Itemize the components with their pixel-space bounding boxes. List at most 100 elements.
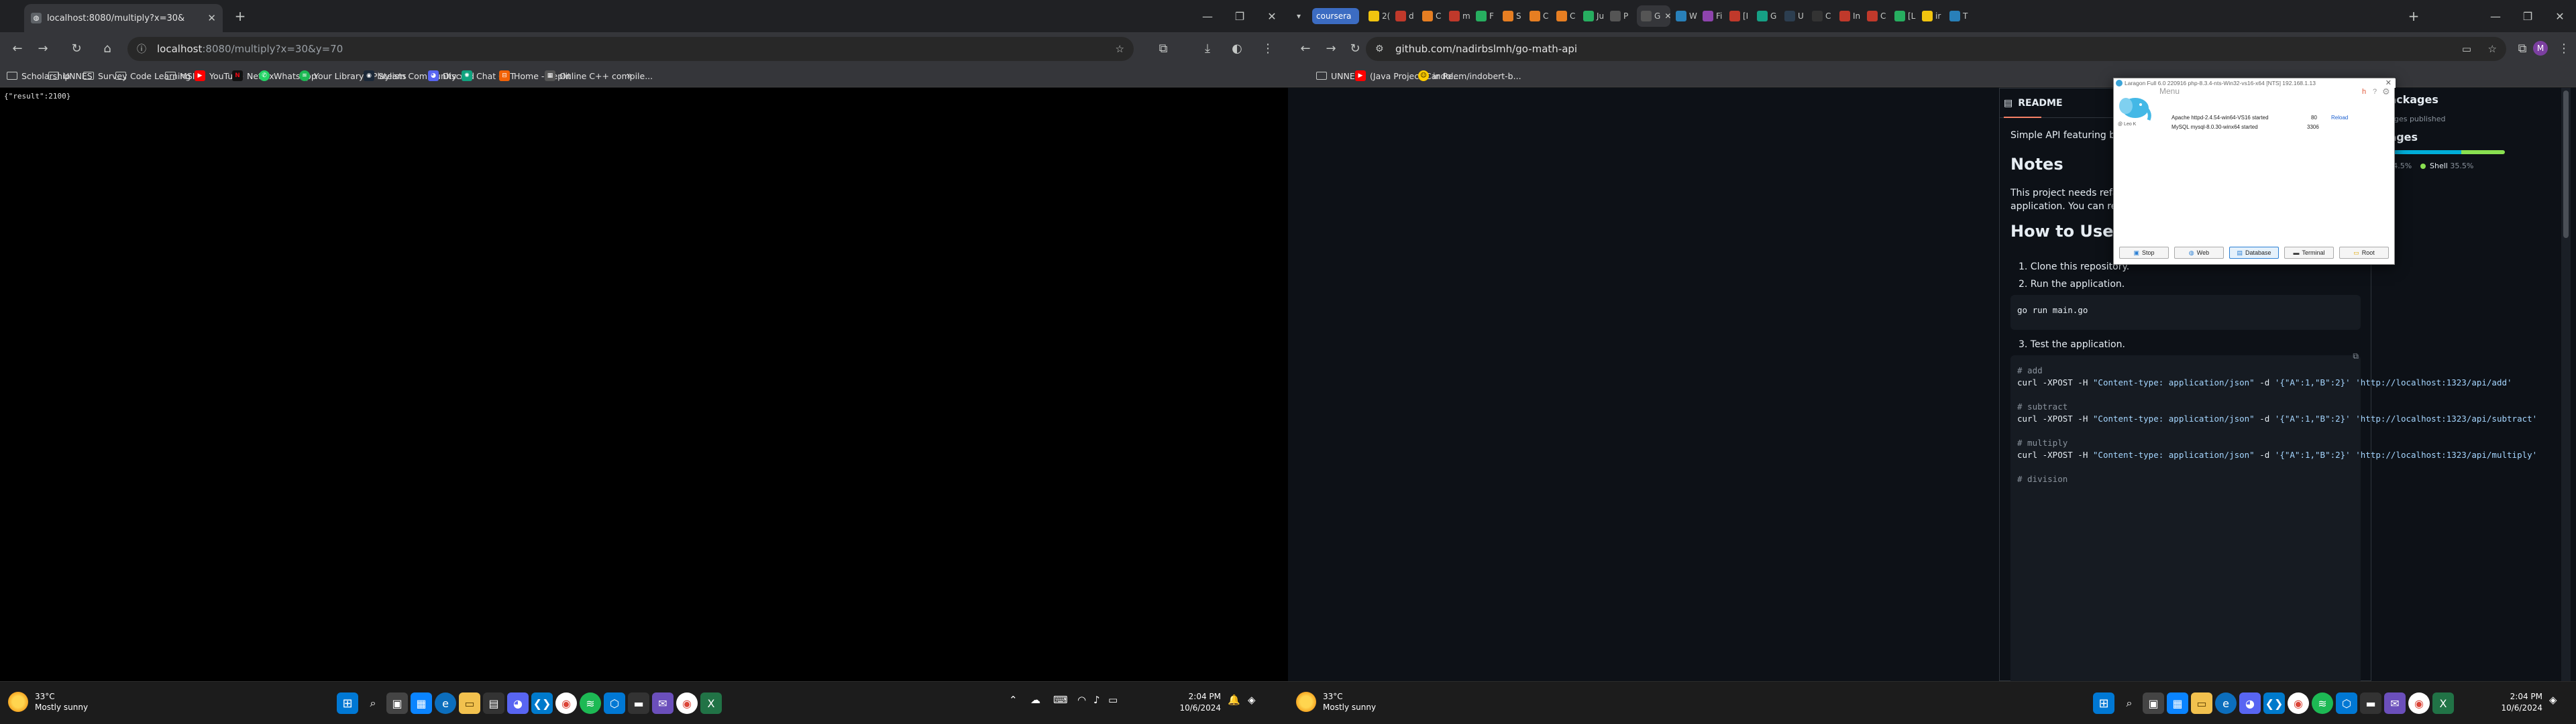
pinned-tab[interactable]: 2(	[1368, 5, 1394, 27]
address-bar[interactable]: ⚙ github.com/nadirbslmh/go-math-api ▭ ☆	[1366, 37, 2506, 61]
cloud-icon[interactable]: ☁	[1030, 694, 1040, 706]
pinned-tab[interactable]: Ju	[1583, 5, 1609, 27]
spotify-taskbar-icon[interactable]: ≋	[580, 692, 601, 714]
root-button[interactable]: ▭ Root	[2339, 247, 2389, 259]
pinned-tab[interactable]: W	[1676, 5, 1701, 27]
bookmark-indobert[interactable]: ☺ indolem/indobert-b...	[1418, 68, 1521, 83]
spotify-taskbar-icon[interactable]: ≋	[2312, 692, 2333, 714]
start-icon[interactable]: ⊞	[2093, 692, 2114, 714]
laragon-titlebar[interactable]: Laragon Full 6.0 220916 php-8.3.4-nts-Wi…	[2114, 78, 2396, 88]
download-icon[interactable]: ⤓	[1198, 39, 1217, 58]
forward-icon[interactable]: →	[1322, 39, 1340, 58]
clock[interactable]: 2:04 PM 10/6/2024	[1147, 691, 1221, 714]
restore-button[interactable]: ❐	[2512, 0, 2544, 32]
new-tab-button[interactable]: +	[228, 0, 252, 32]
discord-taskbar-icon[interactable]: ◕	[507, 692, 529, 714]
pinned-tab[interactable]: S	[1503, 5, 1528, 27]
pinned-tab[interactable]: ir	[1922, 5, 1947, 27]
pinned-tab[interactable]: P	[1610, 5, 1635, 27]
pinned-tab[interactable]: coursera	[1312, 8, 1359, 24]
settings-gear-icon[interactable]: ⚙	[2382, 86, 2390, 97]
code-block-run[interactable]: go run main.go	[2010, 295, 2361, 330]
bookmark-online-compiler[interactable]: ▦ Online C++ compile...	[545, 68, 653, 83]
clock[interactable]: 2:04 PM 10/6/2024	[2469, 691, 2542, 714]
close-tab-icon[interactable]: ✕	[207, 12, 216, 24]
pinned-tab[interactable]: C	[1529, 5, 1555, 27]
pinned-tab[interactable]: C	[1812, 5, 1837, 27]
pinned-tab[interactable]: F	[1476, 5, 1501, 27]
home-icon[interactable]: ⌂	[98, 39, 117, 58]
volume-icon[interactable]: ♪	[1093, 694, 1100, 706]
restore-button[interactable]: ❐	[1224, 0, 1256, 32]
copilot-icon[interactable]: ◈	[1248, 694, 1256, 706]
pinned-tab[interactable]: G	[1757, 5, 1782, 27]
h-icon[interactable]: h	[2362, 88, 2366, 96]
pinned-tab[interactable]: Fi	[1703, 5, 1728, 27]
back-icon[interactable]: ←	[1296, 39, 1315, 58]
bookmark-star-icon[interactable]: ☆	[1116, 43, 1124, 55]
menu-icon[interactable]: ⋮	[1258, 39, 1277, 58]
excel-icon[interactable]: X	[700, 692, 722, 714]
vscode-icon[interactable]: ❮❯	[2263, 692, 2285, 714]
wifi-icon[interactable]: ◠	[1077, 694, 1086, 706]
vscode-icon[interactable]: ❮❯	[531, 692, 553, 714]
copilot-icon[interactable]: ◈	[2549, 694, 2557, 706]
install-app-icon[interactable]: ▭	[2462, 43, 2471, 55]
stop-button[interactable]: ▣ Stop	[2119, 247, 2169, 259]
chrome-taskbar-icon[interactable]: ◉	[555, 692, 577, 714]
excel-icon[interactable]: X	[2432, 692, 2454, 714]
edge-icon[interactable]: e	[435, 692, 456, 714]
tray-chevron-icon[interactable]: ⌃	[1009, 694, 1018, 706]
pinned-tab[interactable]: G ✕	[1637, 5, 1670, 27]
bookmark-star-icon[interactable]: ☆	[2488, 43, 2497, 55]
file-explorer-icon[interactable]: ▭	[459, 692, 480, 714]
extensions-icon[interactable]: ⧉	[1154, 39, 1173, 58]
store-icon[interactable]: ⬡	[604, 692, 625, 714]
site-info-icon[interactable]: ⚙	[1375, 44, 1389, 54]
minimize-button[interactable]: —	[1191, 0, 1224, 32]
pinned-tab[interactable]: [I	[1729, 5, 1755, 27]
bookmark-unnes[interactable]: UNNES	[1316, 68, 1360, 83]
web-button[interactable]: ◍ Web	[2174, 247, 2224, 259]
widgets-icon[interactable]: ▦	[411, 692, 432, 714]
lang-shell[interactable]: Shell 35.5%	[2420, 162, 2473, 170]
minimize-button[interactable]: —	[2479, 0, 2512, 32]
battery-icon[interactable]: ▭	[1108, 694, 1118, 706]
pinned-tab[interactable]: C	[1556, 5, 1582, 27]
store-icon[interactable]: ⬡	[2336, 692, 2357, 714]
tab-search-icon[interactable]: ▾	[1291, 0, 1307, 32]
file-explorer-icon[interactable]: ▭	[2191, 692, 2212, 714]
start-icon[interactable]: ⊞	[337, 692, 358, 714]
pinned-tab[interactable]: T	[1949, 5, 1975, 27]
terminal-icon[interactable]: ▬	[628, 692, 649, 714]
pinned-tab[interactable]: In	[1839, 5, 1865, 27]
pinned-tab[interactable]: U	[1784, 5, 1810, 27]
scrollbar-thumb[interactable]	[2563, 90, 2569, 238]
app-icon[interactable]: ▤	[483, 692, 504, 714]
search-icon[interactable]: ⌕	[362, 692, 384, 714]
keyboard-icon[interactable]: ⌨	[1053, 694, 1068, 706]
code-block-curl[interactable]: # add curl -XPOST -H "Content-type: appl…	[2010, 355, 2537, 690]
profile-avatar[interactable]: ◐	[1228, 39, 1246, 58]
chrome-profile-icon[interactable]: ◉	[2408, 692, 2430, 714]
copy-icon[interactable]: ⧉	[2353, 351, 2359, 361]
notification-bell-icon[interactable]: 🔔	[1228, 694, 1240, 706]
laragon-menu[interactable]: Menu	[2159, 86, 2180, 96]
discord-taskbar-icon[interactable]: ◕	[2239, 692, 2261, 714]
teams-icon[interactable]: ✉	[652, 692, 674, 714]
reload-link[interactable]: Reload	[2331, 115, 2348, 121]
terminal-button[interactable]: ▬ Terminal	[2284, 247, 2334, 259]
menu-icon[interactable]: ⋮	[2555, 39, 2573, 58]
address-bar[interactable]: ⓘ localhost:8080/multiply?x=30&y=70 ☆	[127, 37, 1134, 61]
bookmarks-overflow-button[interactable]: »	[627, 68, 633, 83]
terminal-icon[interactable]: ▬	[2360, 692, 2381, 714]
chrome-profile-icon[interactable]: ◉	[676, 692, 698, 714]
teams-icon[interactable]: ✉	[2384, 692, 2406, 714]
database-button[interactable]: ▤ Database	[2229, 247, 2279, 259]
scrollbar[interactable]	[2561, 88, 2571, 681]
close-tab-icon[interactable]: ✕	[1664, 11, 1670, 21]
pinned-tab[interactable]: [L	[1894, 5, 1920, 27]
help-icon[interactable]: ?	[2373, 88, 2377, 96]
pinned-tab[interactable]: m	[1449, 5, 1474, 27]
weather-widget[interactable]: 33°C Mostly sunny	[8, 691, 88, 713]
